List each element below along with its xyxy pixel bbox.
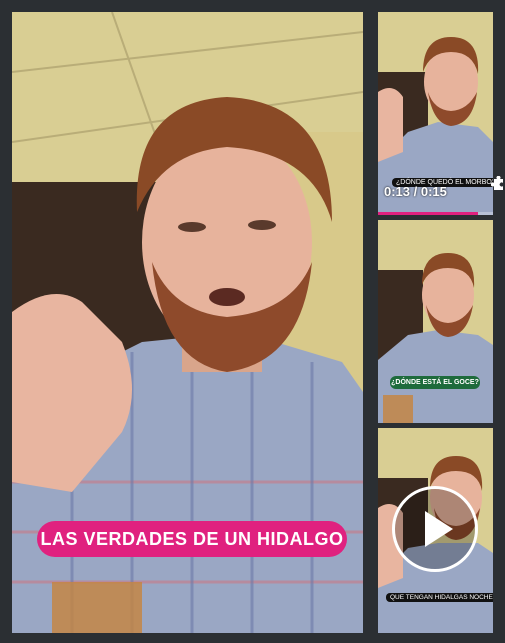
thumbnail-3-caption: QUE TENGAN HIDALGAS NOCHES (386, 593, 493, 602)
main-caption: LAS VERDADES DE UN HIDALGO (40, 529, 344, 549)
thumbnail-1-progress-fill (378, 212, 479, 215)
thumbnail-2-frame (378, 220, 493, 423)
thumbnail-2-caption-pill: ¿DÓNDE ESTÁ EL GOCE? (390, 376, 480, 389)
video-timestamp: 0:13 / 0:15 (384, 184, 447, 199)
main-video[interactable]: LAS VERDADES DE UN HIDALGO (12, 12, 363, 633)
puzzle-icon[interactable] (490, 175, 505, 192)
play-button[interactable] (392, 486, 478, 572)
video-thumbnail-1[interactable]: ¿DÓNDE QUEDÓ EL MORBO? 0:13 / 0:15 (378, 12, 493, 215)
play-icon (425, 511, 453, 547)
main-caption-pill: LAS VERDADES DE UN HIDALGO (37, 521, 347, 557)
video-thumbnail-3[interactable]: QUE TENGAN HIDALGAS NOCHES (378, 428, 493, 633)
video-thumbnail-2[interactable]: ¿DÓNDE ESTÁ EL GOCE? (378, 220, 493, 423)
thumbnail-1-progress[interactable] (378, 212, 493, 215)
thumbnail-2-caption: ¿DÓNDE ESTÁ EL GOCE? (391, 379, 479, 386)
